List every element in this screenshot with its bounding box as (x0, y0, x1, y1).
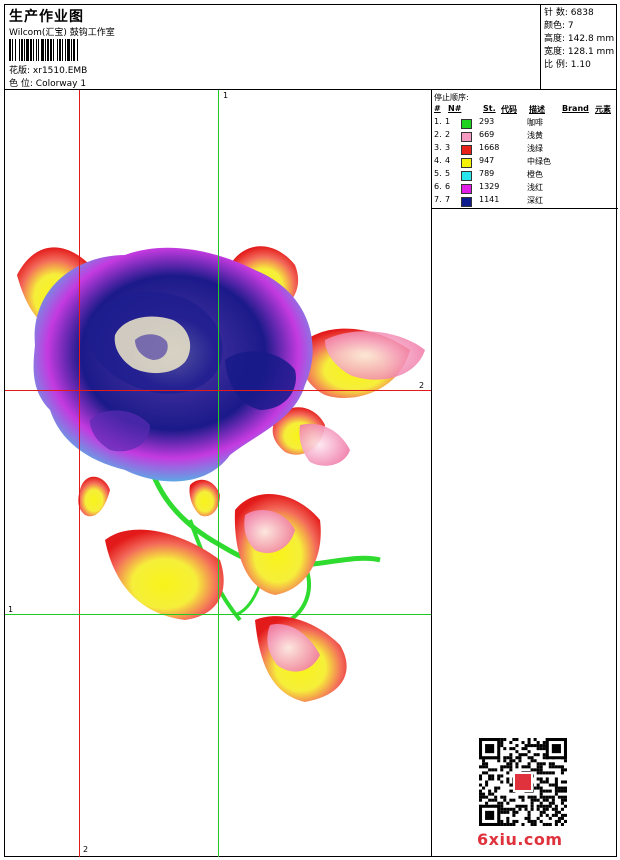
legend-row-n: 4 (445, 156, 451, 165)
legend-row: 3. 3 1668 浅绿 (431, 143, 618, 156)
legend-row-desc: 浅绿 (527, 144, 543, 153)
legend-col-stitches: St. (483, 104, 496, 113)
legend-row: 4. 4 947 中绿色 (431, 156, 618, 169)
stat-colors: 颜色: 7 (544, 21, 574, 31)
legend-row-desc: 橙色 (527, 170, 543, 179)
legend-row-index: 1. (434, 117, 442, 126)
legend-row-desc: 咖啡 (527, 118, 543, 127)
legend-row-n: 5 (445, 169, 451, 178)
header-divider (540, 5, 541, 89)
legend-color-swatch (461, 158, 472, 168)
legend-row-stitches: 789 (479, 169, 495, 178)
page-title: 生产作业图 (9, 9, 84, 25)
legend-row-n: 3 (445, 143, 451, 152)
rose-flower (33, 247, 313, 482)
legend-row: 1. 1 293 咖啡 (431, 117, 618, 130)
legend-row-n: 6 (445, 182, 451, 191)
guide-label-right: 2 (419, 381, 425, 390)
legend-row-stitches: 947 (479, 156, 495, 165)
embroidery-preview: 1 2 1 2 (5, 90, 431, 857)
legend-row-desc: 深红 (527, 196, 543, 205)
legend-row-stitches: 1329 (479, 182, 500, 191)
design-file-row: 花版: xr1510.EMB (9, 63, 87, 76)
legend-color-swatch (461, 197, 472, 207)
production-sheet: 生产作业图 Wilcom(汇宝) 鼓钩工作室 花版: xr1510.EMB 色 … (4, 4, 618, 857)
stat-scale: 比 例: 1.10 (544, 60, 591, 70)
legend-color-swatch (461, 171, 472, 181)
legend-row-stitches: 293 (479, 117, 495, 126)
legend-row: 5. 5 789 橙色 (431, 169, 618, 182)
legend-col-code: 代码 (501, 105, 517, 114)
legend-color-swatch (461, 145, 472, 155)
legend-row-index: 7. (434, 195, 442, 204)
colorway-label: 色 位: (9, 79, 33, 89)
company-name: Wilcom(汇宝) 鼓钩工作室 (9, 28, 115, 38)
legend-row-n: 7 (445, 195, 451, 204)
legend-row-stitches: 1141 (479, 195, 500, 204)
stats-panel: 针 数: 6838 颜色: 7 高度: 142.8 mm 宽度: 128.1 m… (544, 7, 614, 72)
legend-color-swatch (461, 119, 472, 129)
legend-row: 2. 2 669 浅黄 (431, 130, 618, 143)
guide-label-bottom: 2 (83, 845, 89, 854)
legend-col-desc: 描述 (529, 105, 545, 114)
guide-label-top: 1 (223, 91, 229, 100)
colorway-row: 色 位: Colorway 1 (9, 76, 86, 89)
guide-label-left: 1 (8, 605, 14, 614)
guide-horizontal-green (5, 614, 431, 615)
design-file-label: 花版: (9, 66, 31, 76)
stat-stitches: 针 数: 6838 (544, 8, 594, 18)
legend-row-n: 2 (445, 130, 451, 139)
guide-vertical-green (218, 90, 219, 857)
guide-horizontal-red (5, 390, 431, 391)
barcode (9, 39, 133, 61)
watermark-logo: 6xiu.com (477, 830, 563, 849)
legend-row-n: 1 (445, 117, 451, 126)
legend-row-index: 6. (434, 182, 442, 191)
guide-vertical-red (79, 90, 80, 857)
legend-row: 6. 6 1329 浅红 (431, 182, 618, 195)
stat-width: 宽度: 128.1 mm (544, 47, 615, 57)
legend-col-n: N# (448, 104, 462, 113)
stat-height: 高度: 142.8 mm (544, 34, 615, 44)
legend-title: 停止顺序: (434, 93, 469, 102)
legend-row-index: 3. (434, 143, 442, 152)
legend-color-swatch (461, 132, 472, 142)
legend-row-index: 4. (434, 156, 442, 165)
legend-col-brand: Brand (562, 104, 589, 113)
legend-col-element: 元素 (595, 105, 611, 114)
legend-row-desc: 浅红 (527, 183, 543, 192)
legend-row: 7. 7 1141 深红 (431, 195, 618, 208)
color-stop-legend: 停止顺序: # N# St. 代码 描述 Brand 元素 1. 1 293 咖啡 2.… (431, 90, 618, 209)
legend-row-desc: 浅黄 (527, 131, 543, 140)
qr-code (479, 738, 567, 826)
legend-row-desc: 中绿色 (527, 157, 551, 166)
design-file-name: xr1510.EMB (32, 66, 88, 76)
legend-color-swatch (461, 184, 472, 194)
legend-col-index: # (434, 104, 441, 113)
colorway-name: Colorway 1 (35, 79, 87, 89)
legend-row-index: 5. (434, 169, 442, 178)
legend-row-stitches: 1668 (479, 143, 500, 152)
legend-row-stitches: 669 (479, 130, 495, 139)
legend-row-index: 2. (434, 130, 442, 139)
